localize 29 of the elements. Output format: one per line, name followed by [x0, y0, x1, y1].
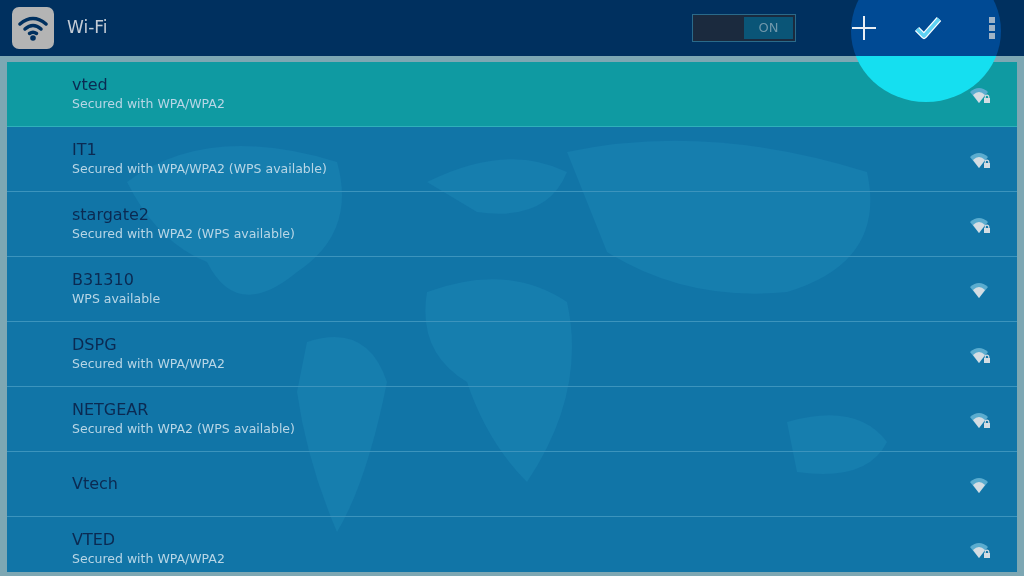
network-status: Secured with WPA2 (WPS available) [72, 420, 296, 438]
network-name: NETGEAR [72, 400, 150, 420]
network-item[interactable]: NETGEAR Secured with WPA2 (WPS available) [7, 387, 1017, 452]
network-status: Secured with WPA/WPA2 [72, 550, 226, 568]
network-item[interactable]: Vtech [7, 452, 1017, 517]
network-name: Vtech [72, 474, 119, 494]
network-status: Secured with WPA/WPA2 (WPS available) [72, 160, 328, 178]
network-name: IT1 [72, 140, 98, 160]
network-name: stargate2 [72, 205, 150, 225]
network-status: Secured with WPA/WPA2 [72, 95, 226, 113]
screen-title: Wi-Fi [67, 16, 108, 40]
network-item[interactable]: VTED Secured with WPA/WPA2 [7, 517, 1017, 572]
overflow-menu-icon[interactable] [988, 16, 996, 40]
network-status: WPS available [72, 290, 162, 308]
network-name: vted [72, 75, 109, 95]
add-icon[interactable] [851, 15, 877, 41]
network-item[interactable]: stargate2 Secured with WPA2 (WPS available) [7, 192, 1017, 257]
network-name: VTED [72, 530, 117, 550]
network-status: Secured with WPA/WPA2 [72, 355, 226, 373]
network-item[interactable]: B31310 WPS available [7, 257, 1017, 322]
network-item[interactable]: vted Secured with WPA/WPA2 [7, 62, 1017, 127]
network-item[interactable]: IT1 Secured with WPA/WPA2 (WPS available) [7, 127, 1017, 192]
network-name: B31310 [72, 270, 135, 290]
network-status: Secured with WPA2 (WPS available) [72, 225, 296, 243]
network-name: DSPG [72, 335, 118, 355]
wifi-app-icon [12, 7, 54, 49]
checkmark-icon[interactable] [914, 16, 942, 40]
wifi-toggle[interactable]: ON [692, 14, 796, 42]
network-item[interactable]: DSPG Secured with WPA/WPA2 [7, 322, 1017, 387]
